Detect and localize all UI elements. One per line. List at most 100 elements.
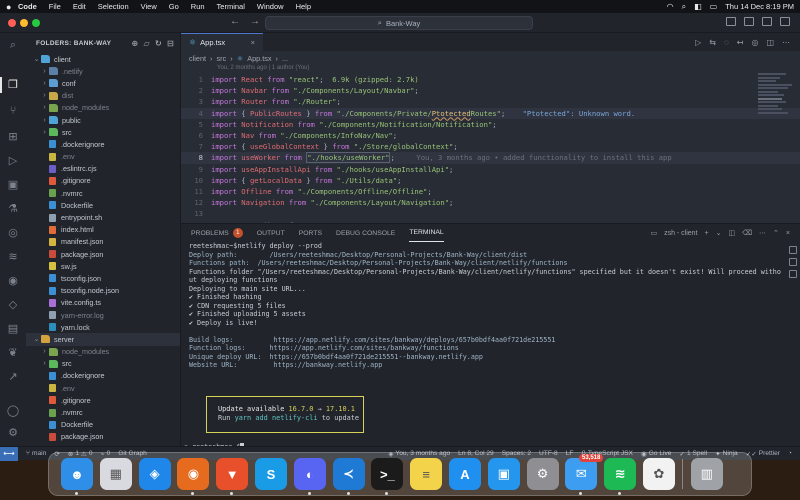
- tree-item[interactable]: .gitignore: [26, 394, 180, 406]
- code-line[interactable]: 5 import Notification from "./Components/…: [181, 119, 800, 130]
- tree-item[interactable]: tsconfig.json: [26, 272, 180, 284]
- dock-app-store-icon[interactable]: A: [448, 458, 481, 490]
- tree-item[interactable]: › conf: [26, 77, 180, 89]
- tree-item[interactable]: sw.js: [26, 260, 180, 272]
- dock-discord-icon[interactable]: ◐: [293, 458, 326, 495]
- menu-app-name[interactable]: Code: [18, 2, 37, 11]
- maximize-panel-icon[interactable]: ⌃: [773, 229, 779, 237]
- code-line[interactable]: 1 import React from "react"; 6.9k (gzippe…: [181, 74, 800, 85]
- close-icon[interactable]: ×: [251, 38, 255, 47]
- close-panel-icon[interactable]: ×: [786, 230, 790, 237]
- back-arrow-icon[interactable]: ←: [230, 16, 240, 27]
- dock-brave-icon[interactable]: ▼: [216, 458, 249, 495]
- tab-output[interactable]: OUTPUT: [257, 224, 285, 242]
- git-compare-icon[interactable]: ⇆: [709, 38, 716, 47]
- tree-item[interactable]: › dist: [26, 90, 180, 102]
- tree-item[interactable]: manifest.json: [26, 236, 180, 248]
- minimap[interactable]: [758, 73, 794, 133]
- remote-explorer-icon[interactable]: ▣: [5, 177, 21, 193]
- dock-skype-icon[interactable]: S: [254, 458, 287, 490]
- minimize-window-button[interactable]: [20, 19, 28, 27]
- extensions-icon[interactable]: ⊞: [5, 129, 21, 145]
- menu-help[interactable]: Help: [296, 2, 311, 11]
- tree-item[interactable]: .eslintrc.cjs: [26, 163, 180, 175]
- go-live-icon[interactable]: ◌: [724, 38, 729, 47]
- kill-terminal-icon[interactable]: ⌫: [742, 229, 752, 237]
- tab-ports[interactable]: PORTS: [299, 224, 322, 242]
- tree-item[interactable]: › node_modules: [26, 102, 180, 114]
- menu-terminal[interactable]: Terminal: [217, 2, 245, 11]
- command-center-search[interactable]: ⌕ Bank-Way: [265, 16, 533, 30]
- code-line[interactable]: 8 import useWorker from "./hooks/useWorke…: [181, 152, 800, 164]
- search-icon[interactable]: ⌕: [5, 37, 21, 53]
- battery-icon[interactable]: ▭: [710, 2, 718, 11]
- tree-item[interactable]: Dockerfile: [26, 419, 180, 431]
- live-share-icon[interactable]: ↗: [5, 369, 21, 385]
- tree-item[interactable]: › node_modules: [26, 346, 180, 358]
- maximize-window-button[interactable]: [32, 19, 40, 27]
- more-actions-icon[interactable]: ⋯: [782, 38, 790, 47]
- dock-trash-icon[interactable]: ▥: [690, 458, 723, 490]
- terminal-instance-icon[interactable]: [789, 258, 797, 266]
- tree-item[interactable]: › public: [26, 114, 180, 126]
- dock-finder-icon[interactable]: ☻: [61, 458, 93, 495]
- tree-item[interactable]: .dockerignore: [26, 370, 180, 382]
- toggle-secondary-sidebar-icon[interactable]: [762, 17, 772, 26]
- tab-debug-console[interactable]: DEBUG CONSOLE: [336, 224, 395, 242]
- run-debug-icon[interactable]: ▷: [5, 153, 21, 169]
- menubar-clock[interactable]: Thu 14 Dec 8:19 PM: [725, 2, 794, 11]
- tree-item[interactable]: .gitignore: [26, 175, 180, 187]
- menu-edit[interactable]: Edit: [73, 2, 86, 11]
- dock-firefox-icon[interactable]: ◉: [177, 458, 210, 495]
- settings-gear-icon[interactable]: ⚙: [5, 425, 21, 441]
- github-icon[interactable]: ◉: [5, 273, 21, 289]
- dock-spotify-icon[interactable]: ≋: [604, 458, 637, 495]
- menu-view[interactable]: View: [141, 2, 157, 11]
- tree-item[interactable]: ⌄ client: [26, 53, 180, 65]
- code-line[interactable]: 3 import Router from "./Router";: [181, 96, 800, 107]
- tree-item[interactable]: yarn.lock: [26, 321, 180, 333]
- terminal-instance-icon[interactable]: [789, 270, 797, 278]
- tree-item[interactable]: › src: [26, 126, 180, 138]
- code-line[interactable]: 4 import { PublicRoutes } from "./Compone…: [181, 107, 800, 119]
- tree-item[interactable]: entrypoint.sh: [26, 211, 180, 223]
- codelens-blame[interactable]: You, 2 months ago | 1 author (You): [181, 65, 800, 74]
- code-line[interactable]: 10 import { getLocalData } from "./Utils/…: [181, 175, 800, 186]
- more-actions-icon[interactable]: ⋯: [759, 229, 766, 237]
- breadcrumb-client[interactable]: client: [189, 54, 206, 63]
- split-terminal-icon[interactable]: ◫: [729, 229, 736, 237]
- terminal-instance-icon[interactable]: [789, 246, 797, 254]
- menu-file[interactable]: File: [49, 2, 61, 11]
- source-control-icon[interactable]: ⑂: [5, 103, 21, 119]
- menu-selection[interactable]: Selection: [98, 2, 129, 11]
- dock-launchpad-icon[interactable]: ▦: [99, 458, 132, 490]
- timeline-icon[interactable]: ↤: [737, 38, 744, 47]
- breadcrumb-src[interactable]: src: [216, 54, 226, 63]
- testing-icon[interactable]: ⚗: [5, 201, 21, 217]
- tree-item[interactable]: .nvmrc: [26, 187, 180, 199]
- tree-item[interactable]: tsconfig.node.json: [26, 285, 180, 297]
- toggle-sidebar-icon[interactable]: [726, 17, 736, 26]
- branch-indicator[interactable]: ⑂ main: [26, 450, 46, 457]
- prettier-indicator[interactable]: ✓✓ Prettier: [746, 450, 780, 458]
- tree-item[interactable]: › .netlify: [26, 65, 180, 77]
- dock-system-settings-icon[interactable]: ⚙: [526, 458, 559, 490]
- terminal-shell-label[interactable]: zsh - client: [664, 230, 697, 237]
- apple-icon[interactable]: ●: [6, 2, 18, 12]
- tree-item[interactable]: .nvmrc: [26, 406, 180, 418]
- dock-vscode-icon[interactable]: ≺: [332, 458, 365, 495]
- tree-item[interactable]: .dockerignore: [26, 138, 180, 150]
- code-line[interactable]: 11 import Offline from "./Components/Offl…: [181, 186, 800, 197]
- close-window-button[interactable]: [8, 19, 16, 27]
- tab-problems[interactable]: PROBLEMS 1: [191, 224, 243, 242]
- new-file-icon[interactable]: ⊕: [132, 39, 139, 48]
- code-line[interactable]: 12 import Navigation from "./Components/L…: [181, 197, 800, 208]
- breadcrumb-file[interactable]: App.tsx: [247, 54, 271, 63]
- tree-item[interactable]: .env: [26, 151, 180, 163]
- wifi-icon[interactable]: ◠: [667, 2, 674, 11]
- run-icon[interactable]: ▷: [695, 38, 701, 47]
- code-line[interactable]: 9 import useAppInstallApi from "./hooks/u…: [181, 164, 800, 175]
- new-folder-icon[interactable]: ▱: [144, 39, 150, 48]
- dock-notes-icon[interactable]: ≡: [410, 458, 443, 490]
- tree-item[interactable]: Dockerfile: [26, 199, 180, 211]
